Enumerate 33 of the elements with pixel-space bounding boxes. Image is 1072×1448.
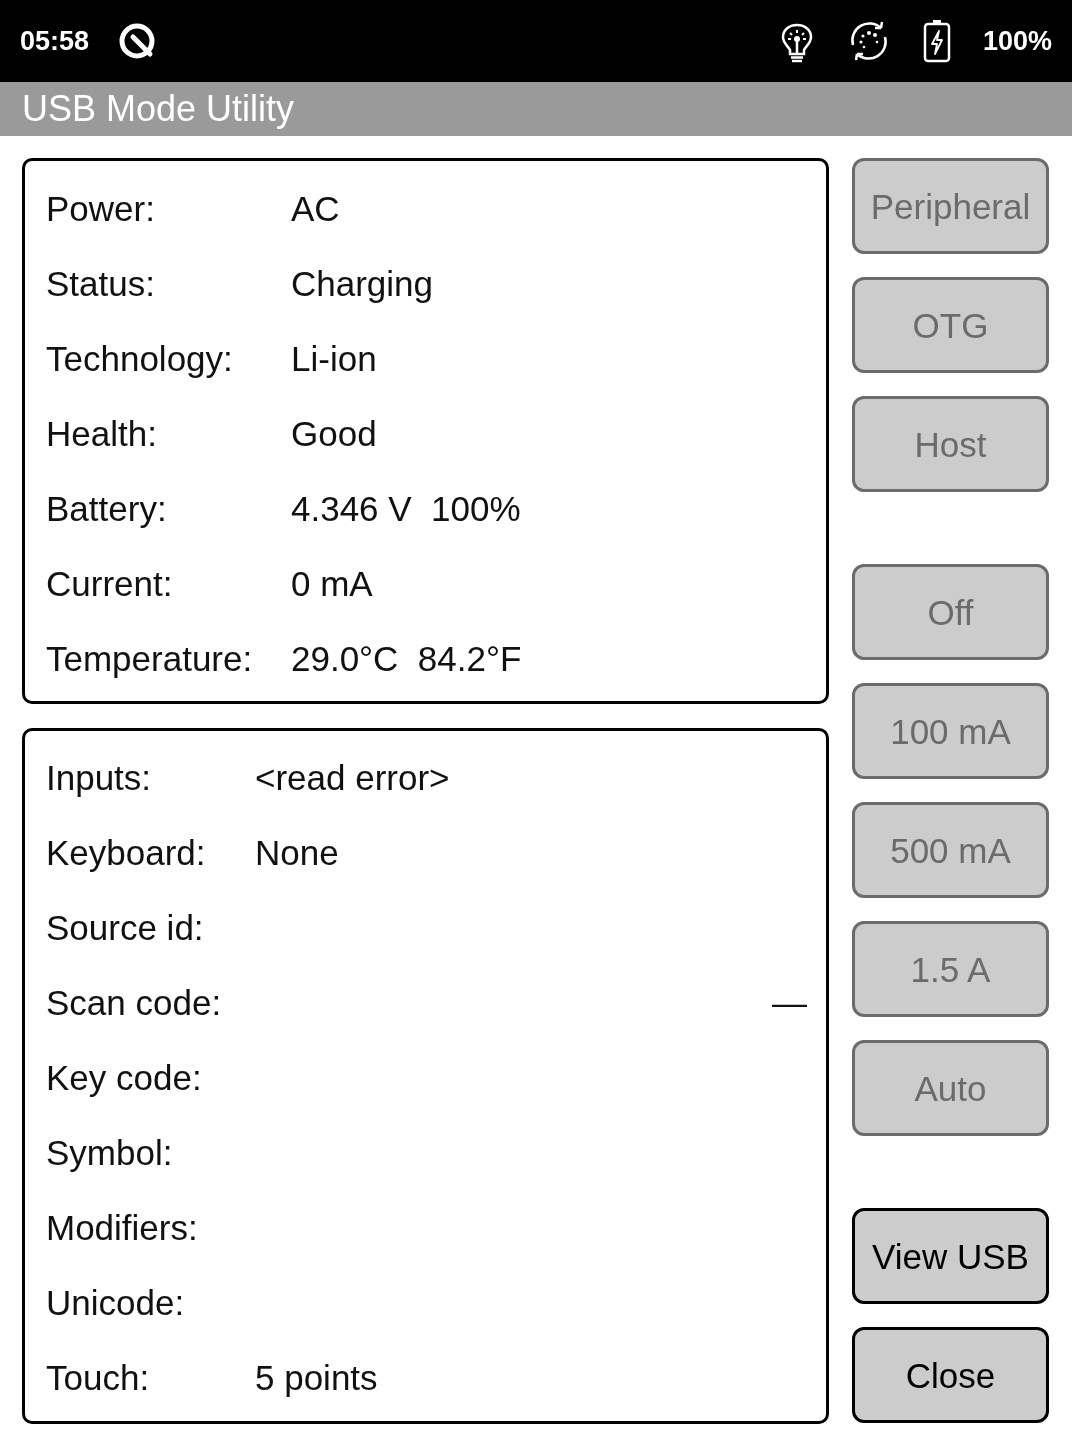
field-label: Symbol: (46, 1135, 174, 1170)
app-title: USB Mode Utility (22, 91, 295, 127)
field-value: Li-ion (291, 341, 377, 376)
mode-button[interactable]: View USB (852, 1208, 1049, 1304)
clock-time: 05:58 (20, 27, 90, 55)
field-value: 29.0°C 84.2°F (291, 641, 522, 676)
field-value: Charging (291, 266, 434, 301)
field-label: Battery: (46, 491, 168, 526)
field-label: Modifiers: (46, 1210, 199, 1245)
field-label: Inputs: (46, 760, 153, 795)
battery-charging-icon (922, 19, 951, 63)
field-value: <read error> (255, 760, 450, 795)
field-value: 0 mA (291, 566, 373, 601)
field-label: Temperature: (46, 641, 254, 676)
field-value: 5 points (255, 1360, 378, 1395)
field-label: Technology: (46, 341, 234, 376)
field-label: Unicode: (46, 1285, 186, 1320)
field-label: Health: (46, 416, 158, 451)
field-label: Keyboard: (46, 835, 207, 870)
field-label: Status: (46, 266, 156, 301)
field-label: Touch: (46, 1360, 151, 1395)
field-value: — (772, 985, 807, 1020)
field-label: Key code: (46, 1060, 203, 1095)
field-label: Scan code: (46, 985, 223, 1020)
field-value: None (255, 835, 339, 870)
field-value: AC (291, 191, 340, 226)
field-label: Source id: (46, 910, 205, 945)
field-label: Current: (46, 566, 174, 601)
battery-percent: 100% (982, 27, 1052, 55)
field-label: Power: (46, 191, 156, 226)
mode-button[interactable]: Close (852, 1327, 1049, 1423)
field-value: Good (291, 416, 377, 451)
field-value: 4.346 V 100% (291, 491, 521, 526)
